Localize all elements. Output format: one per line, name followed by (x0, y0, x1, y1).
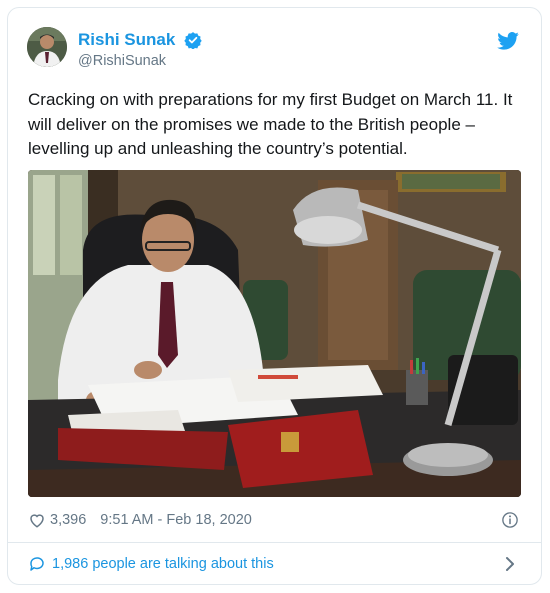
conversation-link[interactable]: 1,986 people are talking about this (28, 555, 274, 573)
like-count[interactable]: 3,396 (50, 512, 86, 528)
author-name[interactable]: Rishi Sunak (78, 30, 175, 50)
tweet-timestamp[interactable]: 9:51 AM - Feb 18, 2020 (100, 512, 252, 528)
author-handle[interactable]: @RishiSunak (78, 53, 166, 69)
tweet-photo[interactable] (28, 170, 521, 497)
verified-badge-icon (184, 32, 202, 49)
heart-icon[interactable] (28, 511, 46, 529)
info-icon[interactable] (501, 511, 519, 529)
conversation-count[interactable]: 1,986 people are talking about this (52, 556, 274, 572)
chevron-right-icon[interactable] (503, 556, 517, 572)
avatar[interactable] (27, 27, 67, 67)
twitter-bird-icon[interactable] (497, 32, 519, 50)
tweet-card[interactable]: Rishi Sunak @RishiSunak Cracking on with… (7, 7, 542, 585)
tweet-text: Cracking on with preparations for my fir… (28, 90, 513, 158)
divider (8, 542, 541, 543)
speech-bubble-icon (30, 557, 44, 571)
tweet-meta: 3,396 9:51 AM - Feb 18, 2020 (28, 511, 252, 529)
